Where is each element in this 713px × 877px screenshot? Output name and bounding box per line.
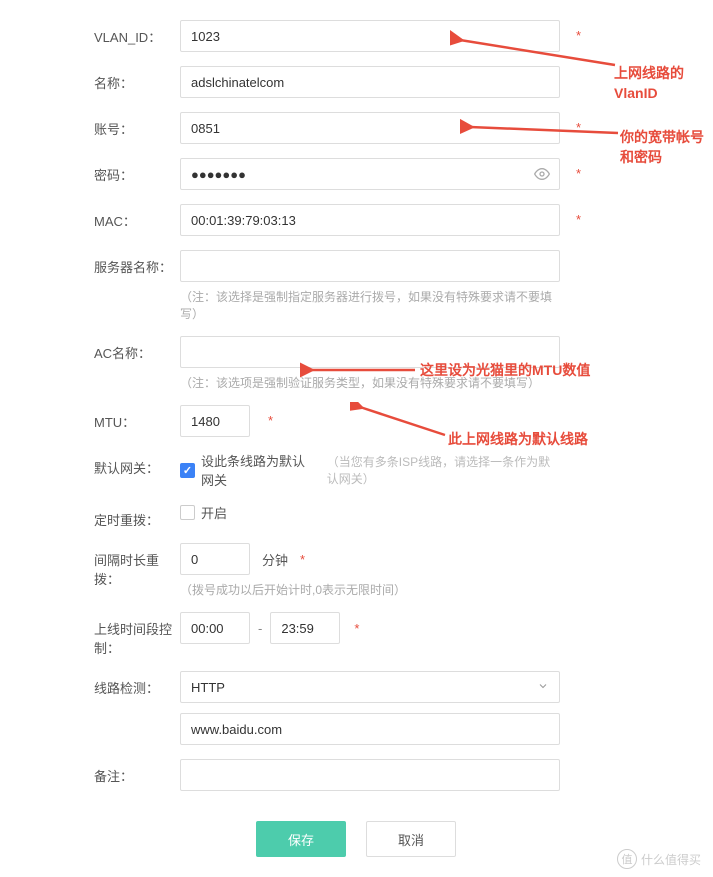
required-marker: * (268, 413, 273, 428)
checkbox-default-gateway[interactable] (180, 463, 195, 478)
label-server-name: 服务器名称： (0, 250, 180, 276)
label-mac: MAC： (0, 204, 180, 230)
label-interval-redial: 间隔时长重拨： (0, 543, 180, 588)
input-account[interactable] (180, 112, 560, 144)
config-form: VLAN_ID： * 名称： 账号： * 密码： * MAC： * 服务器名称：… (0, 0, 713, 877)
input-server-name[interactable] (180, 250, 560, 282)
input-time-start[interactable] (180, 612, 250, 644)
row-ac-name: AC名称： （注：该选项是强制验证服务类型，如果没有特殊要求请不要填写） (0, 336, 673, 391)
checkbox-label-scheduled-redial: 开启 (201, 503, 227, 522)
row-interval-redial: 间隔时长重拨： 分钟 * （拨号成功以后开始计时,0表示无限时间） (0, 543, 673, 598)
row-vlan-id: VLAN_ID： * (0, 20, 673, 52)
row-server-name: 服务器名称： （注：该选择是强制指定服务器进行拨号，如果没有特殊要求请不要填写） (0, 250, 673, 322)
label-remark: 备注： (0, 759, 180, 785)
eye-icon[interactable] (534, 166, 550, 185)
label-vlan-id: VLAN_ID： (0, 20, 180, 46)
required-marker: * (576, 120, 581, 135)
chevron-down-icon (537, 680, 549, 695)
row-password: 密码： * (0, 158, 673, 190)
input-interval-redial[interactable] (180, 543, 250, 575)
row-scheduled-redial: 定时重拨： 开启 (0, 503, 673, 529)
hint-default-gateway: （当您有多条ISP线路，请选择一条作为默认网关） (327, 453, 560, 487)
required-marker: * (354, 621, 359, 636)
input-mac[interactable] (180, 204, 560, 236)
row-default-gateway: 默认网关： 设此条线路为默认网关 （当您有多条ISP线路，请选择一条作为默认网关… (0, 451, 673, 489)
input-ac-name[interactable] (180, 336, 560, 368)
input-vlan-id[interactable] (180, 20, 560, 52)
input-line-detect-url[interactable] (180, 713, 560, 745)
row-mtu: MTU： * (0, 405, 673, 437)
watermark: 值 什么值得买 (617, 849, 701, 869)
cancel-button[interactable]: 取消 (366, 821, 456, 857)
required-marker: * (300, 552, 305, 567)
unit-minutes: 分钟 (262, 550, 288, 569)
row-mac: MAC： * (0, 204, 673, 236)
checkbox-scheduled-redial[interactable] (180, 505, 195, 520)
label-scheduled-redial: 定时重拨： (0, 503, 180, 529)
label-ac-name: AC名称： (0, 336, 180, 362)
required-marker: * (576, 166, 581, 181)
save-button[interactable]: 保存 (256, 821, 346, 857)
checkbox-label-default-gateway: 设此条线路为默认网关 (201, 451, 313, 489)
time-dash: - (258, 621, 262, 636)
row-line-detect: 线路检测： HTTP (0, 671, 673, 745)
hint-interval-redial: （拨号成功以后开始计时,0表示无限时间） (180, 581, 560, 598)
select-line-detect[interactable]: HTTP (180, 671, 560, 703)
input-name[interactable] (180, 66, 560, 98)
row-remark: 备注： (0, 759, 673, 791)
label-default-gateway: 默认网关： (0, 451, 180, 477)
label-account: 账号： (0, 112, 180, 138)
label-mtu: MTU： (0, 405, 180, 431)
button-row: 保存 取消 (256, 821, 673, 857)
watermark-text: 什么值得买 (641, 851, 701, 868)
input-remark[interactable] (180, 759, 560, 791)
row-name: 名称： (0, 66, 673, 98)
label-online-time: 上线时间段控制： (0, 612, 180, 657)
hint-ac-name: （注：该选项是强制验证服务类型，如果没有特殊要求请不要填写） (180, 374, 560, 391)
label-name: 名称： (0, 66, 180, 92)
input-mtu[interactable] (180, 405, 250, 437)
select-value: HTTP (191, 680, 225, 695)
required-marker: * (576, 212, 581, 227)
watermark-badge: 值 (617, 849, 637, 869)
hint-server-name: （注：该选择是强制指定服务器进行拨号，如果没有特殊要求请不要填写） (180, 288, 560, 322)
input-password[interactable] (180, 158, 560, 190)
row-online-time: 上线时间段控制： - * (0, 612, 673, 657)
label-line-detect: 线路检测： (0, 671, 180, 697)
label-password: 密码： (0, 158, 180, 184)
row-account: 账号： * (0, 112, 673, 144)
required-marker: * (576, 28, 581, 43)
input-time-end[interactable] (270, 612, 340, 644)
